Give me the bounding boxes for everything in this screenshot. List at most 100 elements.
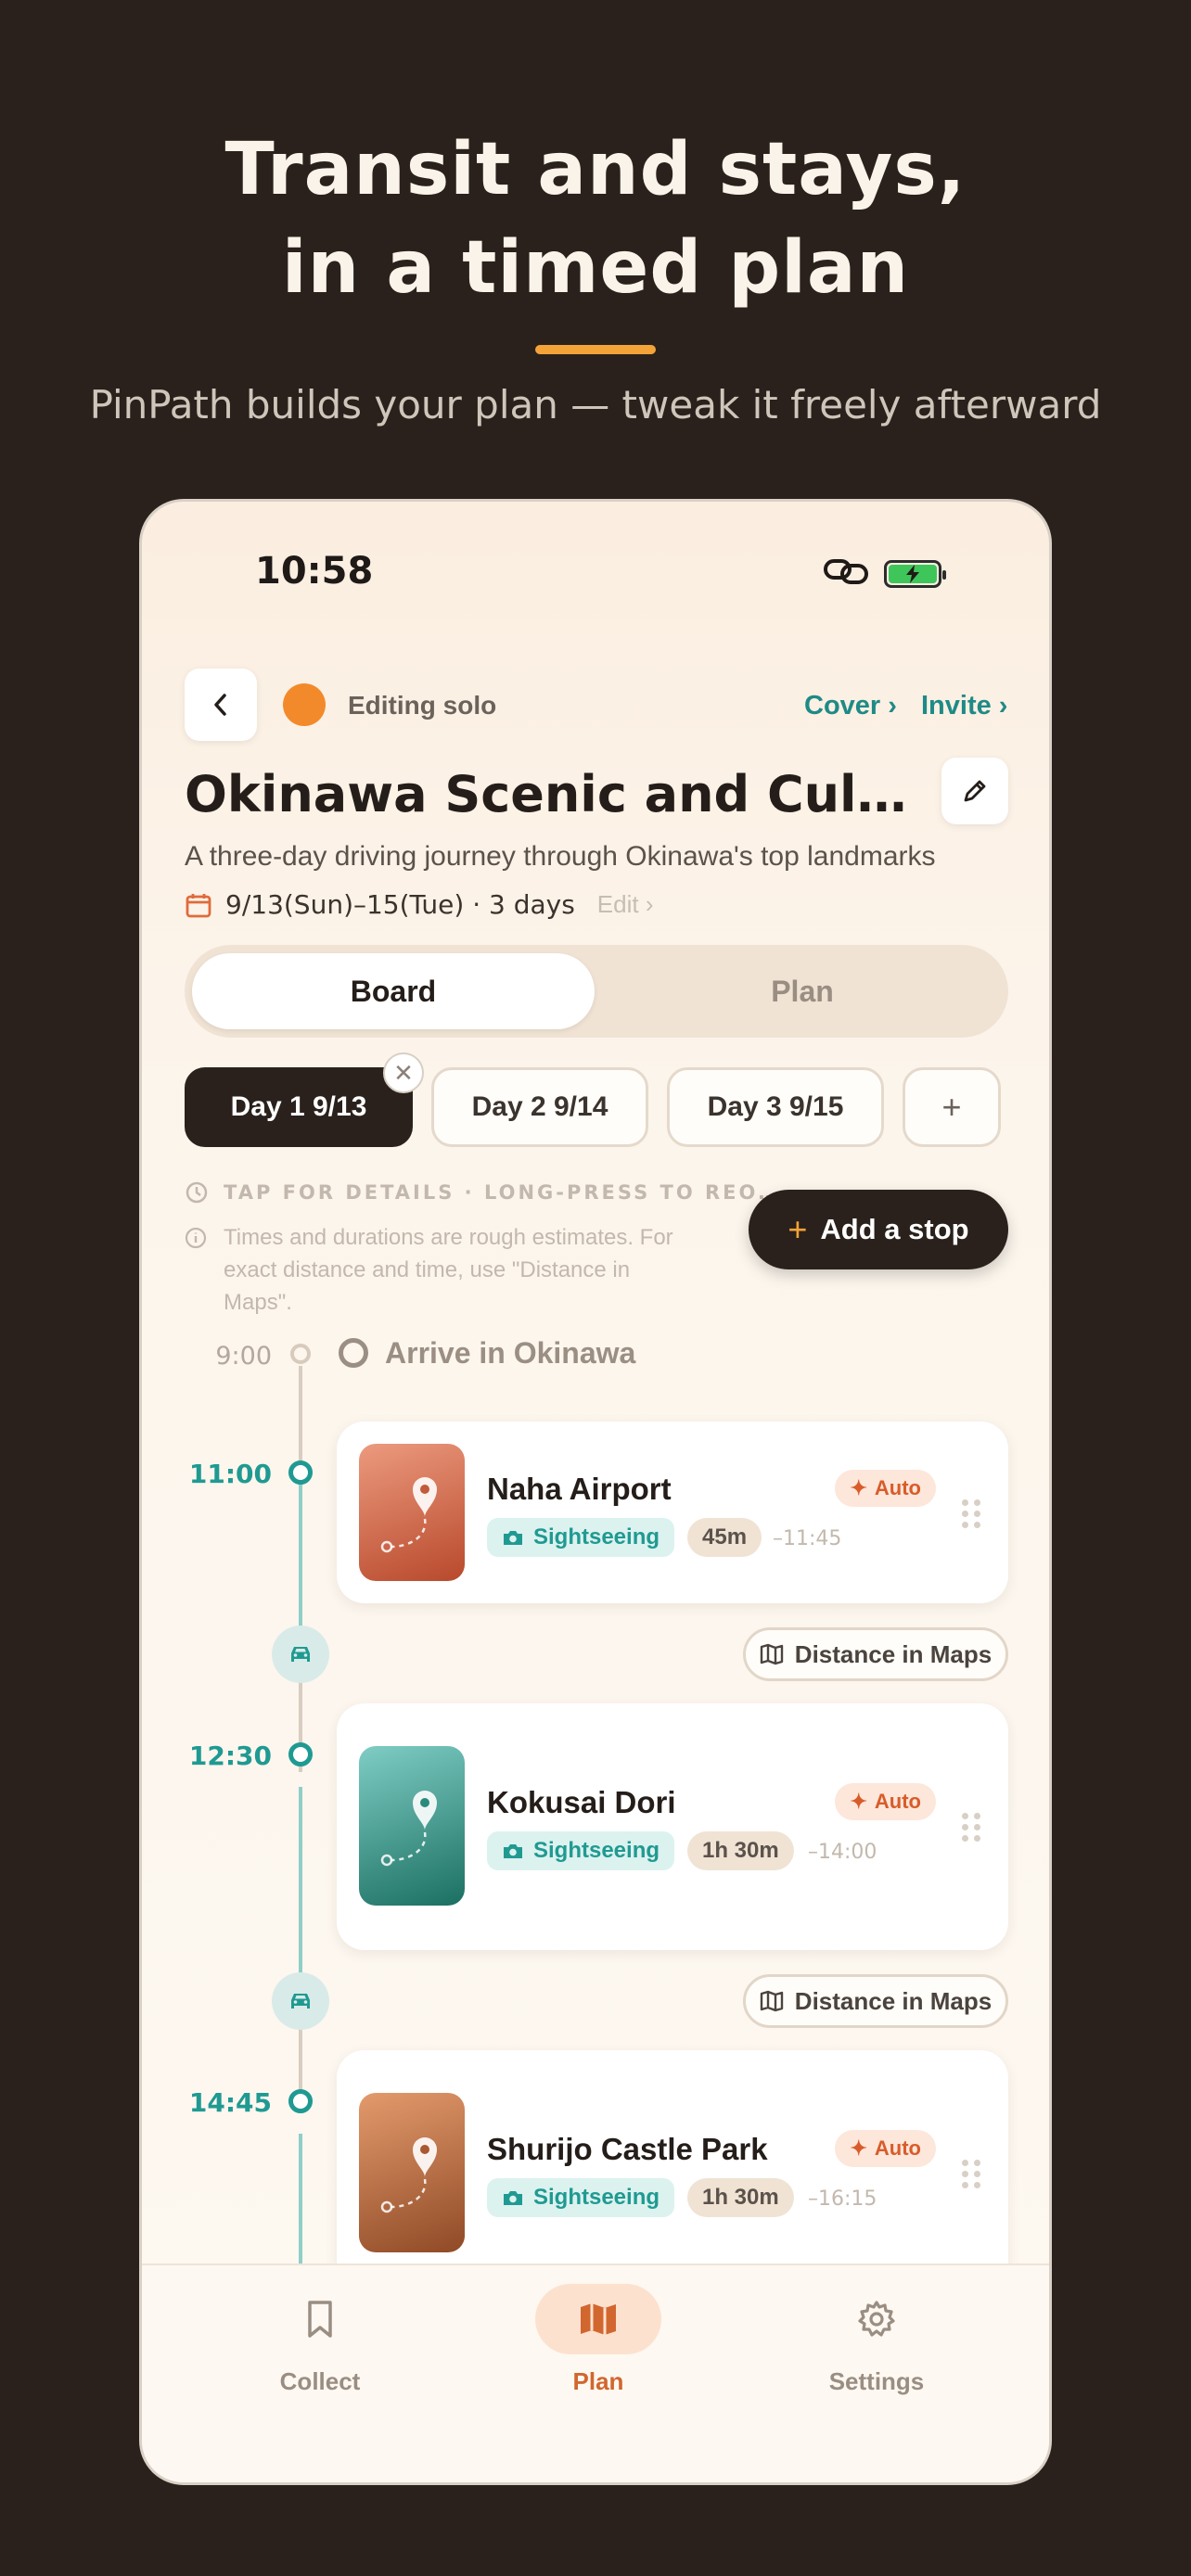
nav-collect-label: Collect — [279, 2367, 361, 2395]
drag-handle-icon[interactable] — [962, 1813, 980, 1842]
auto-badge-label: Auto — [874, 1476, 921, 1499]
add-day-button[interactable]: + — [903, 1067, 1001, 1147]
distance-in-maps-button[interactable]: Distance in Maps — [743, 1974, 1008, 2028]
car-transit-icon — [272, 1972, 329, 2030]
tab-board[interactable]: Board — [192, 953, 595, 1029]
car-icon — [291, 1647, 310, 1662]
trip-title[interactable]: Okinawa Scenic and Cultural Tour — [185, 765, 927, 823]
day-tab-1[interactable]: Day 1 9/13 — [185, 1067, 413, 1147]
phone-frame: 10:58 Editing solo Cover › Invite › Okin… — [139, 499, 1052, 2485]
end-time: –16:15 — [808, 2187, 877, 2211]
route-pin-icon — [380, 2137, 437, 2213]
end-time: –14:00 — [808, 1841, 877, 1864]
category-chip: Sightseeing — [487, 1831, 675, 1870]
pencil-icon — [964, 780, 986, 802]
timeline-dot — [288, 1742, 313, 1766]
timeline-dot — [288, 2089, 313, 2113]
hero-title-line1: Transit and stays, — [224, 128, 967, 211]
drag-handle-icon[interactable] — [962, 2160, 980, 2188]
trip-description: A three-day driving journey through Okin… — [185, 841, 936, 872]
stop-thumbnail — [359, 1444, 465, 1581]
estimate-hint: Times and durations are rough estimates.… — [185, 1221, 704, 1319]
route-pin-icon — [380, 1477, 437, 1553]
sparkle-icon: ✦ — [850, 1790, 867, 1813]
car-transit-icon — [272, 1626, 329, 1683]
auto-badge: ✦ Auto — [835, 2130, 936, 2167]
drag-handle-icon[interactable] — [962, 1499, 980, 1528]
arrival-label: Arrive in Okinawa — [385, 1336, 636, 1370]
distance-in-maps-button[interactable]: Distance in Maps — [743, 1627, 1008, 1681]
camera-icon — [504, 2191, 522, 2205]
duration-chip: 45m — [687, 1518, 762, 1557]
hero-title: Transit and stays, in a timed plan — [0, 121, 1191, 317]
end-time: –11:45 — [773, 1527, 842, 1550]
bottom-nav: Collect Plan Settings — [142, 2264, 1049, 2482]
stop-card[interactable]: Shurijo Castle Park ✦ Auto Sightseeing 1h… — [337, 2050, 1008, 2297]
timeline-line — [299, 1366, 302, 1468]
timeline-line — [299, 2134, 302, 2273]
stop-card[interactable]: Kokusai Dori ✦ Auto Sightseeing 1h 30m –1… — [337, 1703, 1008, 1950]
route-pin-icon — [380, 1791, 437, 1867]
edit-dates-link[interactable]: Edit › — [597, 890, 654, 919]
sparkle-icon: ✦ — [850, 2136, 867, 2160]
hero-accent-bar — [535, 345, 656, 354]
close-icon: ✕ — [393, 1058, 414, 1087]
auto-badge-label: Auto — [874, 1790, 921, 1813]
nav-collect[interactable]: Collect — [218, 2284, 422, 2396]
category-label: Sightseeing — [533, 1838, 660, 1863]
day-tab-2[interactable]: Day 2 9/14 — [431, 1067, 648, 1147]
stop-time: 11:00 — [188, 1459, 272, 1489]
add-stop-label: Add a stop — [820, 1213, 969, 1245]
stop-thumbnail — [359, 2093, 465, 2252]
category-label: Sightseeing — [533, 2185, 660, 2210]
stop-thumbnail — [359, 1746, 465, 1906]
stop-name: Kokusai Dori — [487, 1785, 676, 1819]
info-icon — [185, 1227, 207, 1249]
avatar[interactable] — [283, 683, 326, 726]
nav-settings-label: Settings — [828, 2367, 925, 2395]
nav-settings[interactable]: Settings — [775, 2284, 979, 2396]
cover-link[interactable]: Cover › — [804, 691, 897, 721]
trip-dates-row: 9/13(Sun)–15(Tue) · 3 days Edit › — [185, 889, 653, 920]
battery-icon — [884, 559, 946, 588]
plus-icon: + — [788, 1210, 808, 1248]
timeline-dot — [290, 1344, 311, 1364]
map-icon — [581, 2303, 616, 2335]
nav-plan-label: Plan — [572, 2367, 624, 2395]
arrival-time: 9:00 — [215, 1342, 272, 1371]
duration-chip: 1h 30m — [687, 1831, 794, 1870]
edit-trip-button[interactable] — [941, 758, 1008, 824]
back-button[interactable] — [185, 669, 257, 741]
car-icon — [291, 1994, 310, 2009]
stop-name: Naha Airport — [487, 1472, 672, 1506]
estimate-hint-text: Times and durations are rough estimates.… — [224, 1225, 673, 1315]
day-tab-3[interactable]: Day 3 9/15 — [667, 1067, 884, 1147]
nav-plan[interactable]: Plan — [496, 2284, 700, 2396]
tab-plan[interactable]: Plan — [604, 953, 1001, 1029]
category-chip: Sightseeing — [487, 2178, 675, 2217]
add-stop-button[interactable]: + Add a stop — [749, 1190, 1008, 1269]
hero-subtitle: PinPath builds your plan — tweak it free… — [89, 382, 1102, 427]
auto-badge: ✦ Auto — [835, 1783, 936, 1820]
status-icons — [823, 555, 946, 592]
maps-button-label: Distance in Maps — [794, 1639, 992, 1668]
clock-icon — [186, 1181, 208, 1204]
invite-link[interactable]: Invite › — [921, 691, 1007, 721]
maps-button-label: Distance in Maps — [794, 1986, 992, 2015]
tap-hint-text: TAP FOR DETAILS · LONG-PRESS TO REO… — [224, 1181, 781, 1204]
hero-title-line2: in a timed plan — [281, 226, 910, 310]
remove-day-button[interactable]: ✕ — [383, 1052, 424, 1093]
editing-mode-label: Editing solo — [348, 691, 497, 720]
camera-icon — [504, 1531, 522, 1545]
stop-card[interactable]: Naha Airport ✦ Auto Sightseeing 45m –11:4… — [337, 1422, 1008, 1603]
sparkle-icon: ✦ — [850, 1476, 867, 1499]
category-label: Sightseeing — [533, 1524, 660, 1549]
map-icon — [760, 1643, 783, 1665]
status-time: 10:58 — [255, 550, 374, 593]
category-chip: Sightseeing — [487, 1518, 675, 1557]
trip-dates: 9/13(Sun)–15(Tue) · 3 days — [225, 889, 575, 920]
view-segmented-control: Board Plan — [185, 945, 1008, 1038]
camera-icon — [504, 1844, 522, 1858]
stop-name: Shurijo Castle Park — [487, 2132, 768, 2166]
chevron-left-icon — [214, 694, 226, 716]
